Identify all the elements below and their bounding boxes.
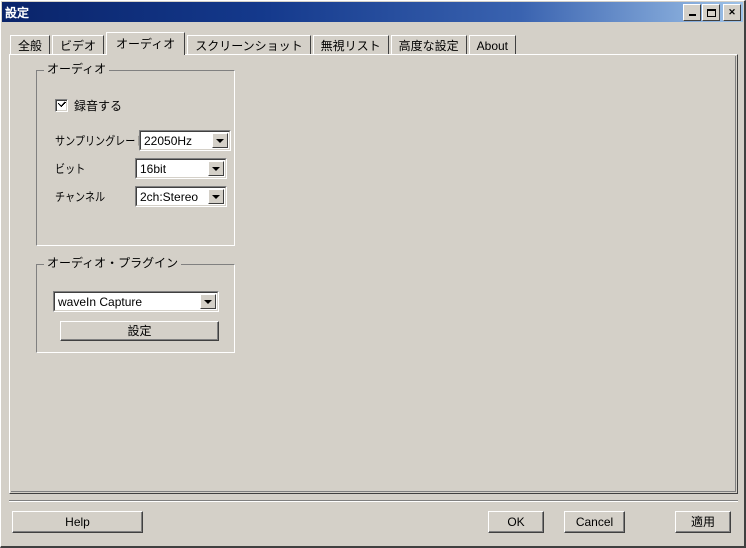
maximize-button[interactable] bbox=[702, 4, 720, 21]
apply-label: 適用 bbox=[690, 515, 715, 529]
settings-dialog: 設定 ✕ 全般 ビデオ オーディオ スクリーンショット 無視リスト 高度な設定 … bbox=[0, 0, 746, 548]
tab-page-audio: オーディオ 録音する サンプリングレート 22050Hz ビット 16bit チ… bbox=[9, 54, 738, 494]
close-button[interactable]: ✕ bbox=[723, 4, 741, 21]
apply-button[interactable]: 適用 bbox=[675, 511, 731, 533]
tab-about[interactable]: About bbox=[468, 35, 516, 55]
tab-label: スクリーンショット bbox=[195, 38, 303, 53]
tab-label: About bbox=[476, 38, 508, 53]
audio-group-title: オーディオ bbox=[44, 63, 110, 75]
tab-strip: 全般 ビデオ オーディオ スクリーンショット 無視リスト 高度な設定 About bbox=[10, 32, 518, 55]
record-audio-checkbox[interactable]: 録音する bbox=[55, 97, 122, 114]
plugin-config-label: 設定 bbox=[127, 324, 152, 338]
channel-label: チャンネル bbox=[55, 190, 106, 204]
help-button[interactable]: Help bbox=[12, 511, 143, 533]
audio-plugin-combobox[interactable]: waveIn Capture bbox=[53, 291, 219, 312]
plugin-group-title: オーディオ・プラグイン bbox=[44, 257, 182, 269]
chevron-down-icon[interactable] bbox=[212, 133, 228, 148]
minimize-icon bbox=[684, 5, 700, 20]
plugin-group-box: オーディオ・プラグイン waveIn Capture 設定 bbox=[36, 257, 235, 353]
sampling-rate-value: 22050Hz bbox=[144, 133, 193, 148]
tab-label: ビデオ bbox=[60, 38, 97, 53]
tab-label: 無視リスト bbox=[320, 38, 381, 53]
title-bar: 設定 ✕ bbox=[2, 2, 743, 22]
chevron-down-icon[interactable] bbox=[200, 294, 216, 309]
close-icon: ✕ bbox=[728, 7, 736, 17]
cancel-label: Cancel bbox=[575, 515, 614, 529]
audio-group-box: オーディオ 録音する サンプリングレート 22050Hz ビット 16bit チ… bbox=[36, 63, 235, 246]
tab-advanced[interactable]: 高度な設定 bbox=[390, 35, 467, 55]
bit-depth-combobox[interactable]: 16bit bbox=[135, 158, 227, 179]
tab-ignore-list[interactable]: 無視リスト bbox=[312, 35, 389, 55]
checkmark-icon bbox=[58, 101, 66, 107]
sampling-rate-label: サンプリングレート bbox=[55, 134, 146, 148]
tab-screenshot[interactable]: スクリーンショット bbox=[187, 35, 311, 55]
tab-label: オーディオ bbox=[116, 37, 176, 51]
audio-plugin-value: waveIn Capture bbox=[58, 294, 143, 309]
window-title: 設定 bbox=[5, 5, 30, 20]
channel-value: 2ch:Stereo bbox=[140, 189, 199, 204]
cancel-button[interactable]: Cancel bbox=[564, 511, 625, 533]
window-controls: ✕ bbox=[682, 4, 741, 21]
record-audio-label: 録音する bbox=[74, 99, 123, 113]
bit-depth-label: ビット bbox=[55, 162, 86, 176]
minimize-button[interactable] bbox=[683, 4, 701, 21]
chevron-down-icon[interactable] bbox=[208, 189, 224, 204]
checkbox-box bbox=[55, 99, 68, 112]
chevron-down-icon[interactable] bbox=[208, 161, 224, 176]
tab-label: 高度な設定 bbox=[398, 38, 459, 53]
footer-divider bbox=[9, 500, 738, 502]
plugin-config-button[interactable]: 設定 bbox=[60, 321, 219, 341]
channel-combobox[interactable]: 2ch:Stereo bbox=[135, 186, 227, 207]
help-label: Help bbox=[65, 515, 90, 529]
tab-video[interactable]: ビデオ bbox=[52, 35, 105, 55]
ok-label: OK bbox=[507, 515, 525, 529]
tab-label: 全般 bbox=[18, 38, 43, 53]
maximize-icon bbox=[703, 5, 719, 20]
sampling-rate-combobox[interactable]: 22050Hz bbox=[139, 130, 231, 151]
ok-button[interactable]: OK bbox=[488, 511, 544, 533]
bit-depth-value: 16bit bbox=[140, 161, 167, 176]
tab-general[interactable]: 全般 bbox=[10, 35, 51, 55]
tab-audio[interactable]: オーディオ bbox=[106, 32, 186, 55]
